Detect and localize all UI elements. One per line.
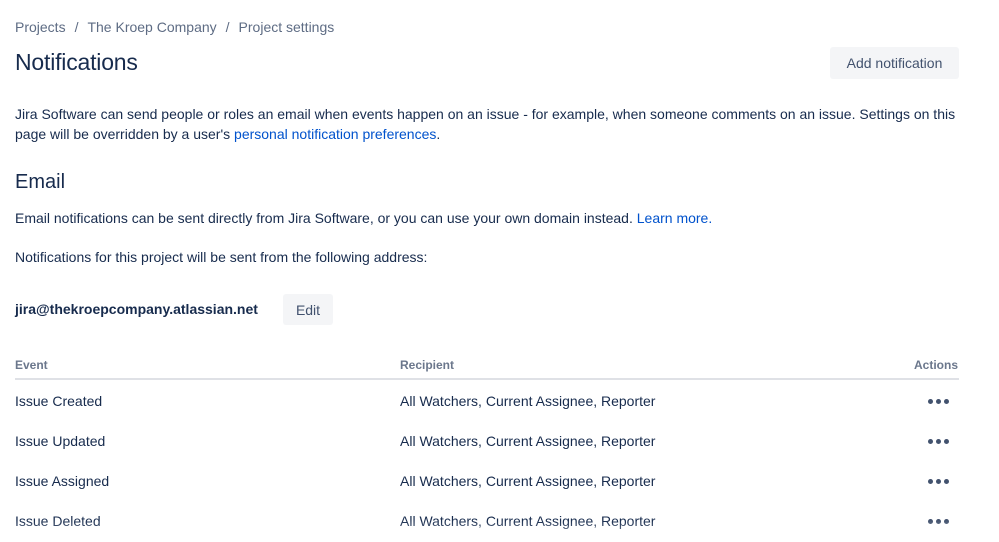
row-actions-button[interactable] [918, 429, 958, 453]
column-header-actions: Actions [913, 358, 958, 372]
page-title: Notifications [15, 49, 138, 75]
more-horizontal-icon [927, 478, 949, 484]
column-header-event: Event [15, 358, 48, 372]
breadcrumb-project-settings[interactable]: Project settings [239, 19, 335, 35]
notifications-page: Projects / The Kroep Company / Project setti… [0, 0, 999, 542]
table-row: Issue Created All Watchers, Current Assi… [0, 381, 999, 421]
email-section-title: Email [15, 171, 66, 193]
learn-more-link[interactable]: Learn more. [637, 210, 712, 226]
intro-body: Jira Software can send people or roles a… [15, 106, 956, 142]
add-notification-button[interactable]: Add notification [830, 47, 959, 79]
recipient-cell: All Watchers, Current Assignee, Reporter [400, 473, 656, 489]
table-row: Issue Deleted All Watchers, Current Assi… [0, 501, 999, 541]
event-cell: Issue Updated [15, 433, 106, 449]
table-row: Issue Assigned All Watchers, Current Ass… [0, 461, 999, 501]
recipient-cell: All Watchers, Current Assignee, Reporter [400, 513, 656, 529]
intro-text: Jira Software can send people or roles a… [15, 104, 965, 144]
more-horizontal-icon [927, 438, 949, 444]
personal-preferences-link[interactable]: personal notification preferences [234, 126, 436, 142]
address-intro-text: Notifications for this project will be s… [15, 249, 428, 265]
more-horizontal-icon [927, 398, 949, 404]
recipient-cell: All Watchers, Current Assignee, Reporter [400, 433, 656, 449]
column-header-recipient: Recipient [400, 358, 455, 372]
table-row: Issue Updated All Watchers, Current Assi… [0, 421, 999, 461]
breadcrumb-separator: / [74, 19, 79, 35]
breadcrumb-company[interactable]: The Kroep Company [87, 19, 216, 35]
breadcrumb-projects[interactable]: Projects [15, 19, 66, 35]
email-description: Email notifications can be sent directly… [15, 208, 712, 228]
recipient-cell: All Watchers, Current Assignee, Reporter [400, 393, 656, 409]
edit-address-button[interactable]: Edit [283, 294, 333, 325]
event-cell: Issue Assigned [15, 473, 110, 489]
intro-suffix: . [436, 126, 441, 142]
table-header-divider [15, 378, 959, 380]
breadcrumb: Projects / The Kroep Company / Project setti… [15, 19, 334, 35]
event-cell: Issue Created [15, 393, 103, 409]
row-actions-button[interactable] [918, 509, 958, 533]
more-horizontal-icon [927, 518, 949, 524]
event-cell: Issue Deleted [15, 513, 101, 529]
sender-address: jira@thekroepcompany.atlassian.net [15, 301, 258, 317]
email-description-text: Email notifications can be sent directly… [15, 210, 637, 226]
breadcrumb-separator: / [225, 19, 230, 35]
row-actions-button[interactable] [918, 469, 958, 493]
row-actions-button[interactable] [918, 389, 958, 413]
